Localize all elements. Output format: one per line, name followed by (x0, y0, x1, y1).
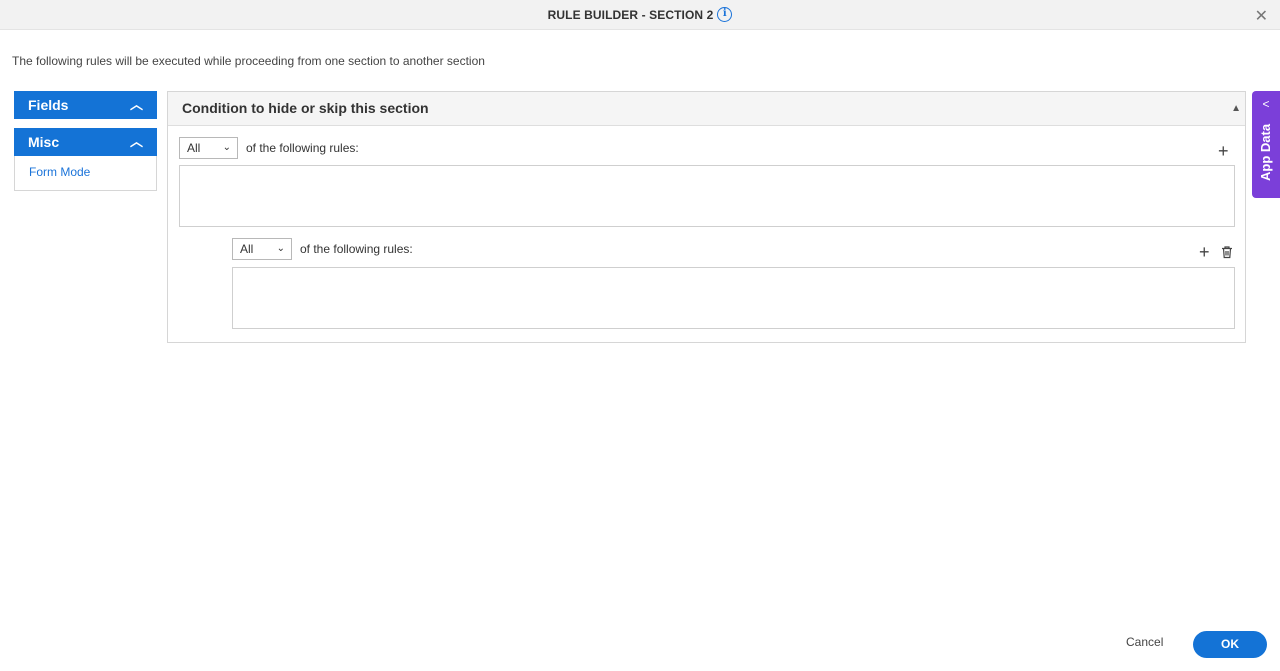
misc-item-form-mode[interactable]: Form Mode (29, 165, 142, 179)
nested-match-select[interactable]: All ⌄ (232, 238, 292, 260)
chevron-up-icon[interactable]: ︿ (130, 128, 143, 156)
app-data-label: App Data (1258, 123, 1273, 181)
chevron-up-icon[interactable]: ︿ (130, 91, 143, 119)
app-data-tab[interactable]: < App Data (1252, 91, 1280, 198)
rule-group-row: All ⌄ of the following rules: (179, 137, 359, 159)
fields-header[interactable]: Fields ︿ (14, 91, 157, 119)
chevron-down-icon: ⌄ (276, 243, 285, 254)
triangle-up-icon[interactable]: ▲ (1231, 92, 1241, 125)
dialog-description: The following rules will be executed whi… (12, 54, 485, 68)
trash-icon[interactable] (1220, 245, 1234, 259)
misc-items: Form Mode (15, 156, 156, 190)
fields-label: Fields (28, 97, 69, 113)
misc-label: Misc (28, 134, 60, 150)
dialog-titlebar: RULE BUILDER - SECTION 2i ✕ (0, 0, 1280, 30)
dialog-title: RULE BUILDER - SECTION 2 (547, 7, 714, 22)
cancel-button[interactable]: Cancel (1126, 635, 1163, 649)
close-icon[interactable]: ✕ (1255, 6, 1268, 26)
chevron-down-icon: ⌄ (222, 142, 231, 153)
plus-icon[interactable]: + (1218, 142, 1229, 160)
chevron-left-icon: < (1262, 97, 1270, 111)
nested-match-select-value: All (240, 242, 254, 256)
plus-icon[interactable]: + (1199, 243, 1210, 261)
rule-group-label: of the following rules: (246, 141, 359, 155)
nested-rule-drop-area[interactable] (232, 267, 1235, 329)
nested-rule-group-row: All ⌄ of the following rules: (232, 238, 413, 260)
ok-button[interactable]: OK (1193, 631, 1267, 658)
condition-panel-header[interactable]: Condition to hide or skip this section ▲ (168, 92, 1245, 126)
left-panel: Fields ︿ Misc ︿ Form Mode (14, 91, 157, 191)
condition-panel: Condition to hide or skip this section ▲… (167, 91, 1246, 343)
misc-block: Misc ︿ Form Mode (14, 128, 157, 191)
condition-panel-title: Condition to hide or skip this section (182, 100, 429, 116)
nested-rule-group-label: of the following rules: (300, 242, 413, 256)
match-select[interactable]: All ⌄ (179, 137, 238, 159)
match-select-value: All (187, 141, 201, 155)
misc-header[interactable]: Misc ︿ (14, 128, 157, 156)
rule-drop-area[interactable] (179, 165, 1235, 227)
info-icon[interactable]: i (717, 7, 733, 23)
